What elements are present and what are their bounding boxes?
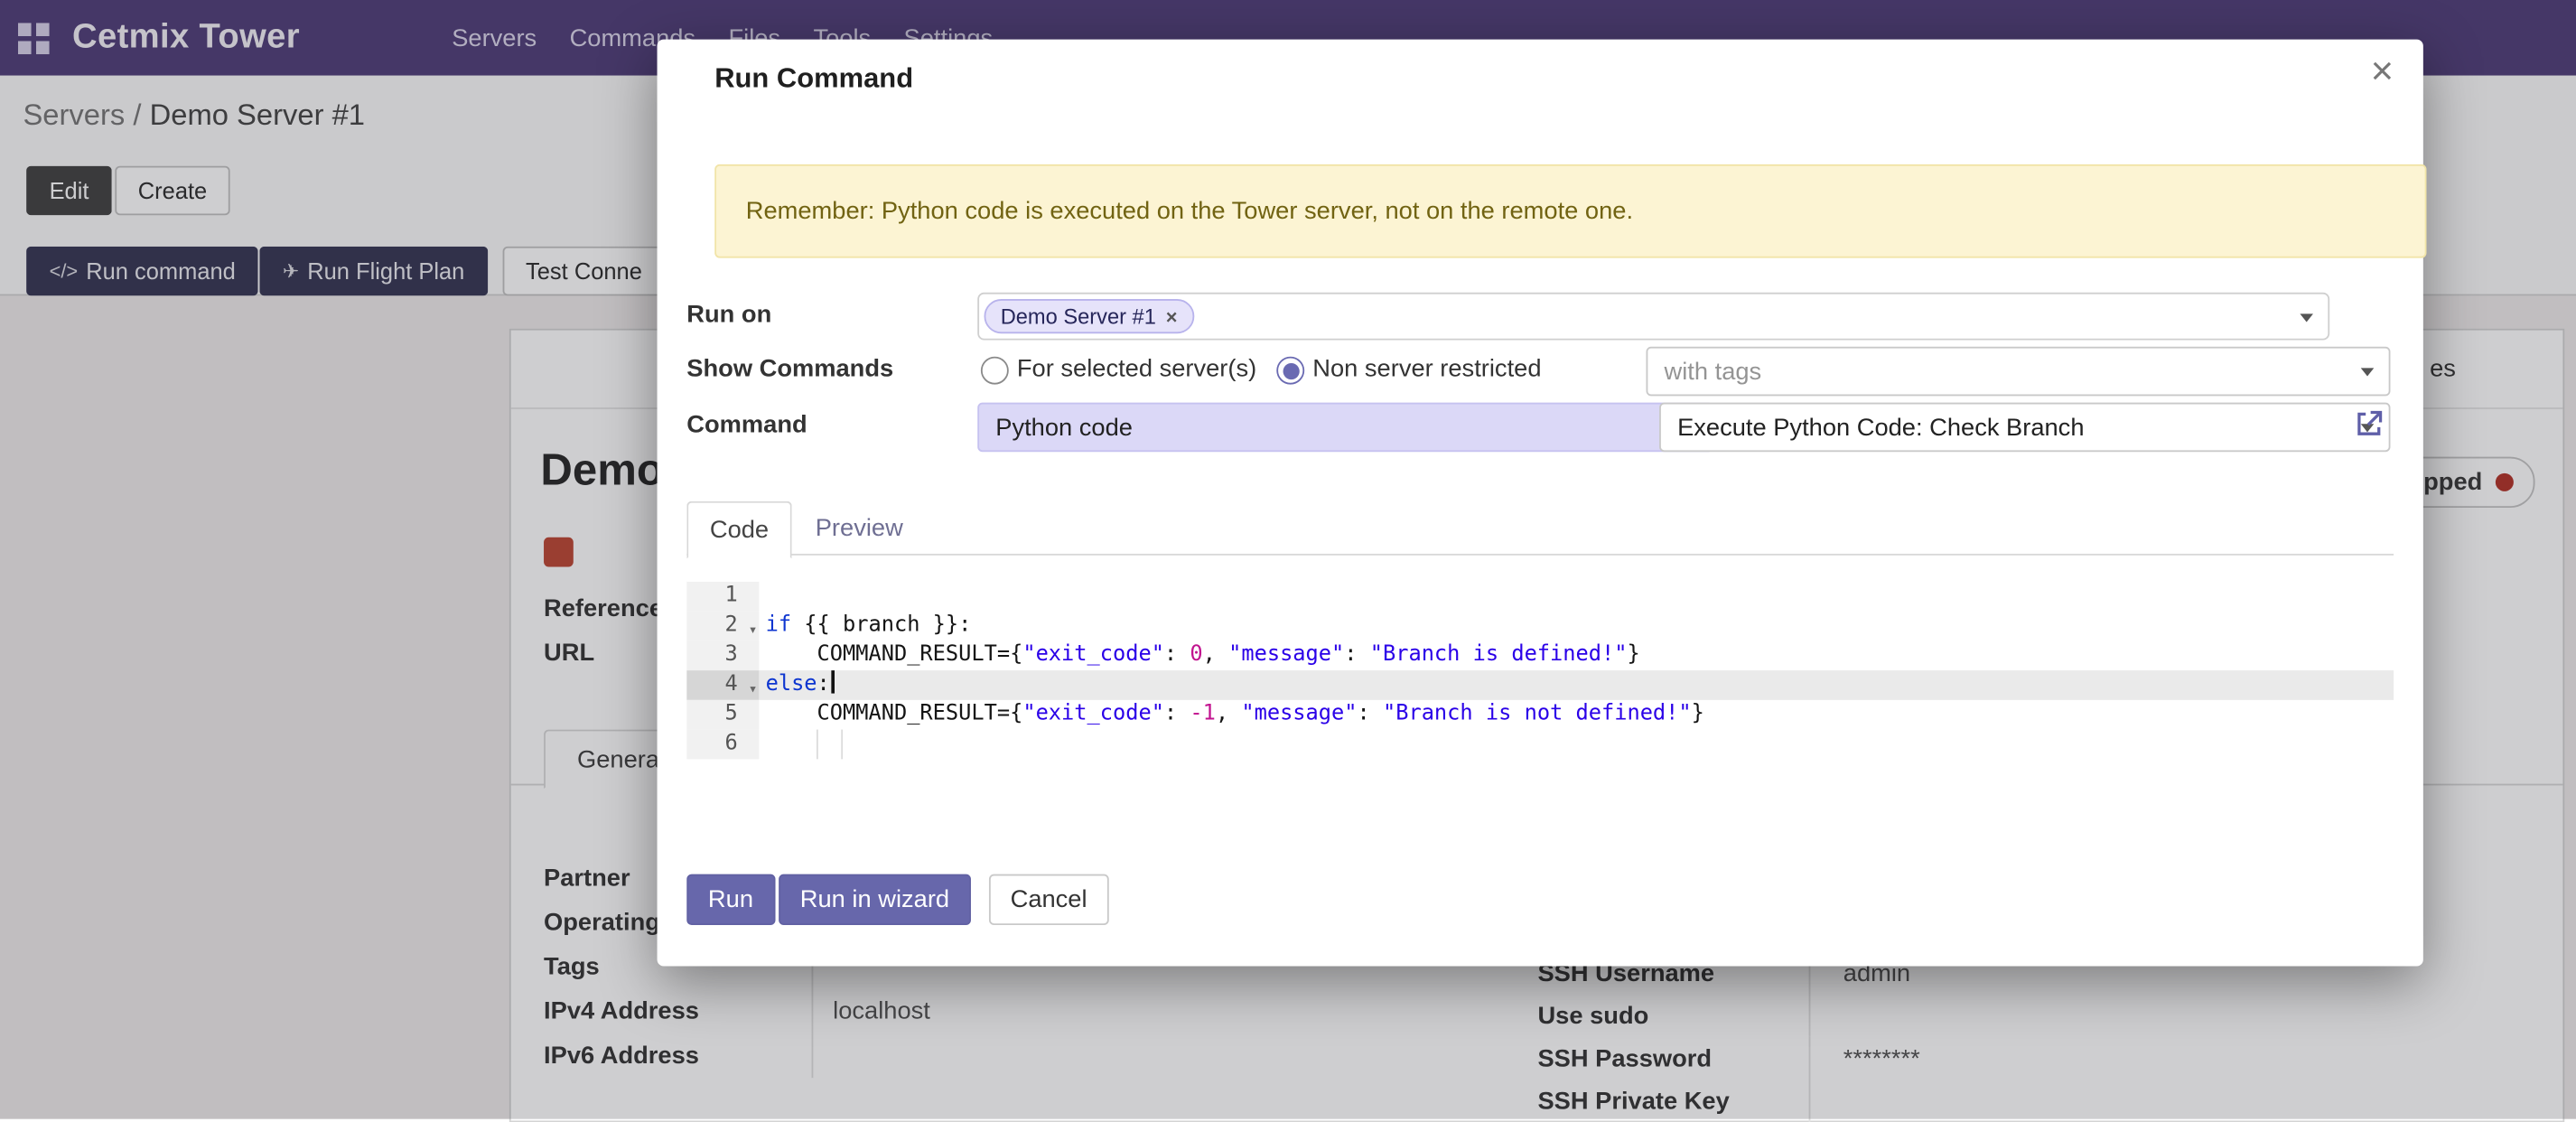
code-editor[interactable]: 12▾if {{ branch }}:3 COMMAND_RESULT={"ex…	[686, 582, 2394, 759]
screen: Cetmix Tower Servers Commands Files Tool…	[0, 0, 2576, 1119]
remove-tag-icon[interactable]: ×	[1166, 304, 1178, 327]
editor-line[interactable]: 1	[686, 582, 2394, 612]
editor-line[interactable]: 3 COMMAND_RESULT={"exit_code": 0, "messa…	[686, 640, 2394, 670]
warning-alert: Remember: Python code is executed on the…	[714, 164, 2426, 258]
tab-preview[interactable]: Preview	[795, 501, 923, 556]
run-button[interactable]: Run	[686, 874, 774, 925]
radio-non-server-restricted-label[interactable]: Non server restricted	[1312, 355, 1541, 383]
chevron-down-icon	[2361, 368, 2375, 376]
run-on-field[interactable]: Demo Server #1 ×	[977, 293, 2329, 341]
server-tag[interactable]: Demo Server #1 ×	[985, 299, 1194, 333]
with-tags-select[interactable]: with tags	[1647, 347, 2391, 397]
close-icon[interactable]: ×	[2371, 52, 2394, 92]
run-in-wizard-button[interactable]: Run in wizard	[779, 874, 971, 925]
command-type-select[interactable]: Python code	[977, 403, 1713, 453]
command-select[interactable]: Execute Python Code: Check Branch	[1659, 403, 2390, 453]
editor-line[interactable]: 4▾else:	[686, 670, 2394, 700]
run-command-modal: Run Command × Remember: Python code is e…	[658, 40, 2423, 967]
text-cursor	[832, 670, 835, 693]
radio-non-server-restricted[interactable]	[1276, 357, 1304, 385]
show-commands-label: Show Commands	[686, 355, 893, 383]
run-on-label: Run on	[686, 301, 771, 329]
external-link-icon[interactable]	[2353, 407, 2385, 440]
editor-line[interactable]: 6	[686, 730, 2394, 760]
radio-selected-servers-label[interactable]: For selected server(s)	[1017, 355, 1256, 383]
radio-selected-servers[interactable]	[981, 357, 1009, 385]
chevron-down-icon[interactable]	[2300, 313, 2313, 321]
tab-code[interactable]: Code	[686, 501, 791, 559]
tabs-underline	[686, 554, 2394, 556]
cancel-button[interactable]: Cancel	[989, 874, 1108, 925]
modal-title: Run Command	[714, 62, 913, 95]
command-label: Command	[686, 411, 807, 439]
editor-line[interactable]: 5 COMMAND_RESULT={"exit_code": -1, "mess…	[686, 700, 2394, 730]
editor-line[interactable]: 2▾if {{ branch }}:	[686, 612, 2394, 641]
